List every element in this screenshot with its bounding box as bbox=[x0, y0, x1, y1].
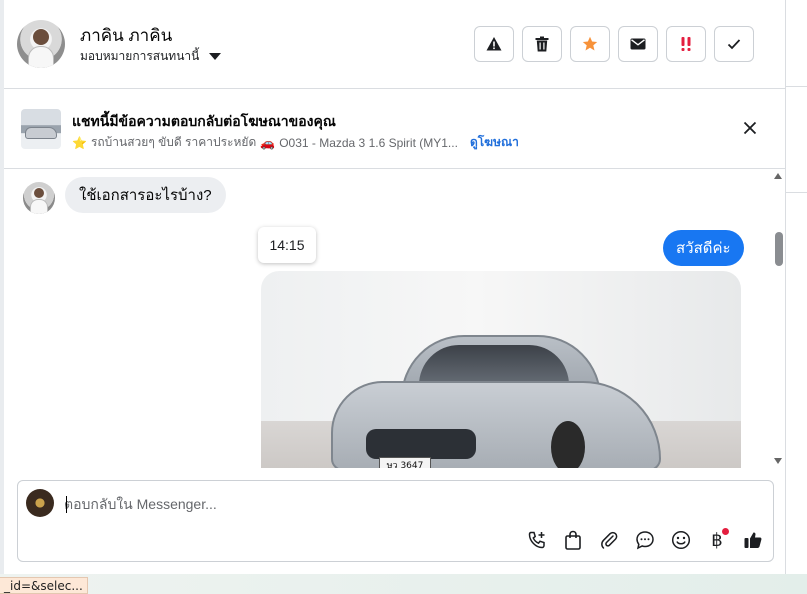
send-like-button[interactable] bbox=[741, 528, 765, 552]
paperclip-icon bbox=[601, 531, 618, 549]
star-emoji-icon: ⭐ bbox=[72, 135, 87, 150]
phone-add-icon bbox=[528, 531, 545, 549]
conversation-panel: ภาคิน ภาคิน มอบหมายการสนทนานี้ แชทนี้มีข… bbox=[4, 0, 786, 574]
assign-conversation-dropdown[interactable]: มอบหมายการสนทนานี้ bbox=[80, 47, 222, 66]
avatar-person-body bbox=[30, 199, 48, 214]
view-ad-link[interactable]: ดูโฆษณา bbox=[470, 133, 519, 152]
scrollbar-thumb[interactable] bbox=[775, 232, 783, 266]
car-photo-attachment[interactable]: ษว 3647 bbox=[261, 271, 741, 468]
chevron-down-icon bbox=[209, 53, 222, 60]
divider bbox=[786, 192, 807, 193]
star-button[interactable] bbox=[570, 26, 610, 62]
emoji-button[interactable] bbox=[669, 528, 693, 552]
star-icon bbox=[582, 36, 598, 51]
scroll-down-arrow-icon[interactable] bbox=[774, 458, 782, 464]
shopping-bag-icon bbox=[565, 530, 581, 550]
close-banner-button[interactable] bbox=[740, 118, 760, 138]
avatar-person-body bbox=[28, 46, 54, 68]
status-bar-url: _id=&selec... bbox=[0, 577, 88, 594]
mail-icon bbox=[630, 38, 646, 50]
page-avatar bbox=[26, 489, 54, 517]
mark-spam-button[interactable] bbox=[474, 26, 514, 62]
divider bbox=[786, 86, 807, 87]
message-thread[interactable]: ใช้เอกสารอะไรบ้าง? 14:15 สวัสดีค่ะ ษว 36… bbox=[4, 170, 786, 468]
text-cursor bbox=[66, 496, 67, 513]
payment-button[interactable]: ฿ bbox=[705, 528, 729, 552]
notification-dot bbox=[722, 528, 729, 535]
ad-thumbnail[interactable] bbox=[21, 109, 61, 149]
warning-icon bbox=[486, 37, 502, 51]
baht-currency-icon: ฿ bbox=[711, 529, 723, 551]
attach-file-button[interactable] bbox=[597, 528, 621, 552]
avatar-person-head bbox=[33, 29, 49, 45]
ad-banner-title: แชทนี้มีข้อความตอบกลับต่อโฆษณาของคุณ bbox=[72, 113, 336, 129]
ad-banner-subtitle: ⭐ รถบ้านสวยๆ ขับดี ราคาประหยัด 🚗 O031 - … bbox=[72, 133, 519, 152]
mark-done-button[interactable] bbox=[714, 26, 754, 62]
car-thumbnail-shape bbox=[25, 127, 57, 139]
avatar-person-head bbox=[34, 188, 44, 198]
assign-label: มอบหมายการสนทนานี้ bbox=[80, 49, 200, 63]
sender-avatar[interactable] bbox=[23, 182, 55, 214]
trash-icon bbox=[535, 36, 549, 52]
incoming-message-bubble[interactable]: ใช้เอกสารอะไรบ้าง? bbox=[65, 177, 226, 213]
scroll-up-arrow-icon[interactable] bbox=[774, 173, 782, 179]
follow-up-button[interactable] bbox=[666, 26, 706, 62]
shop-button[interactable] bbox=[561, 528, 585, 552]
page-background-strip bbox=[0, 574, 807, 594]
reply-input[interactable] bbox=[64, 493, 754, 515]
thumbs-up-icon bbox=[744, 532, 762, 548]
call-button[interactable] bbox=[525, 528, 549, 552]
photo-car-grille bbox=[366, 429, 476, 459]
mark-unread-button[interactable] bbox=[618, 26, 658, 62]
delete-button[interactable] bbox=[522, 26, 562, 62]
outgoing-message-bubble[interactable]: สวัสดีค่ะ bbox=[663, 230, 744, 266]
timestamp-tooltip: 14:15 bbox=[258, 227, 316, 263]
smiley-icon bbox=[671, 530, 691, 550]
car-emoji-icon: 🚗 bbox=[260, 135, 276, 150]
close-icon bbox=[743, 121, 757, 135]
saved-replies-button[interactable] bbox=[633, 528, 657, 552]
ad-code-text: O031 - Mazda 3 1.6 Spirit (MY1... bbox=[279, 135, 458, 150]
ad-headline-text: รถบ้านสวยๆ ขับดี ราคาประหยัด bbox=[90, 135, 257, 149]
follow-up-icon bbox=[681, 37, 691, 51]
adjacent-panel-edge bbox=[786, 0, 807, 574]
reply-composer: ฿ bbox=[17, 480, 774, 562]
check-icon bbox=[727, 39, 741, 50]
conversation-header: ภาคิน ภาคิน มอบหมายการสนทนานี้ bbox=[4, 0, 786, 89]
contact-avatar[interactable] bbox=[17, 20, 65, 68]
chat-bubble-icon bbox=[636, 531, 654, 550]
photo-license-plate: ษว 3647 bbox=[379, 457, 431, 468]
contact-name[interactable]: ภาคิน ภาคิน bbox=[80, 22, 172, 49]
photo-car-wheel bbox=[551, 421, 585, 468]
